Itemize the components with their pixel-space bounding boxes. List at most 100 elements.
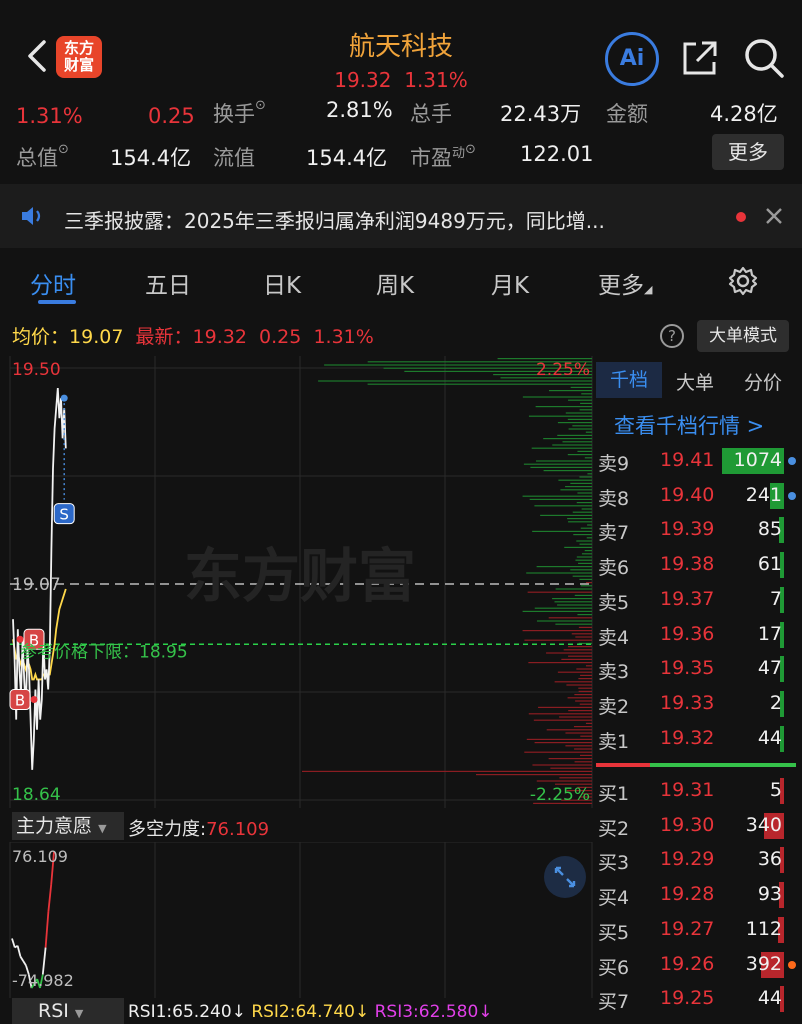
volume-profile-bar xyxy=(528,662,592,664)
tab-weekly-k[interactable]: 周K xyxy=(376,266,414,300)
volume-profile-bar xyxy=(534,505,592,507)
sell-level-row[interactable]: 卖1 19.32 44 xyxy=(596,721,802,755)
level-volume: 340 xyxy=(745,813,782,836)
search-icon[interactable] xyxy=(742,36,786,80)
volume-profile-bar xyxy=(572,575,592,577)
volume-profile-bar xyxy=(566,684,592,686)
volume-profile-bar xyxy=(536,566,592,568)
volume-profile-bar xyxy=(568,428,592,430)
unread-dot xyxy=(736,212,746,222)
volume-profile-bar xyxy=(548,617,592,619)
level-label: 买2 xyxy=(598,817,630,840)
orderbook-tab-price[interactable]: 分价 xyxy=(744,368,782,395)
sell-level-row[interactable]: 卖8 19.40 241 xyxy=(596,478,802,512)
volume-profile-bar xyxy=(576,502,592,504)
sell-signal-marker[interactable]: S xyxy=(53,503,75,525)
buy-level-row[interactable]: 买6 19.26 392 xyxy=(596,947,802,981)
volume-profile-bar xyxy=(532,530,592,532)
chart-info-line: 均价：19.07 最新：19.32 0.25 1.31% xyxy=(12,322,374,349)
volume-profile-bar xyxy=(548,390,592,392)
buy-level-row[interactable]: 买2 19.30 340 xyxy=(596,808,802,842)
view-depth-link[interactable]: 查看千档行情 > xyxy=(614,410,764,440)
buy-level-row[interactable]: 买4 19.28 93 xyxy=(596,877,802,911)
more-stats-button[interactable]: 更多 xyxy=(712,134,784,170)
buy-signal-marker[interactable]: B xyxy=(9,689,31,711)
volume-profile-bar xyxy=(536,460,592,462)
volume-profile-bar xyxy=(548,758,592,760)
volume-profile-bar xyxy=(535,406,592,408)
level-label: 买3 xyxy=(598,852,630,875)
header-price: 19.32 xyxy=(334,68,392,92)
volume-profile-bar xyxy=(580,735,592,737)
level-price: 19.28 xyxy=(660,883,715,906)
tab-more[interactable]: 更多◢ xyxy=(598,266,652,300)
latest-price-dot xyxy=(60,394,68,402)
y-axis-min-label: 18.64 xyxy=(12,785,61,805)
sell-level-row[interactable]: 卖3 19.35 47 xyxy=(596,651,802,685)
intraday-chart[interactable]: 东方财富BBS19.5018.6419.072.25%-2.25%参考价格下限：… xyxy=(0,356,596,812)
rsi-select[interactable]: RSI ▼ xyxy=(12,998,124,1024)
level-volume: 44 xyxy=(757,726,782,749)
signal-marker-label: S xyxy=(59,506,69,524)
volume-profile-bar xyxy=(577,614,592,616)
turnover-label-text: 换手 xyxy=(213,102,255,126)
turnover-label[interactable]: 换手⊙ xyxy=(213,98,266,128)
level-volume: 1074 xyxy=(733,449,782,471)
gear-icon[interactable] xyxy=(728,266,758,296)
volume-profile-bar xyxy=(568,521,592,523)
buy-level-row[interactable]: 买7 19.25 44 xyxy=(596,981,802,1015)
share-icon[interactable] xyxy=(680,38,720,78)
volume-profile-bar xyxy=(580,527,592,529)
sell-level-row[interactable]: 卖7 19.39 85 xyxy=(596,512,802,546)
sell-level-row[interactable]: 卖4 19.36 17 xyxy=(596,617,802,651)
buy-level-row[interactable]: 买3 19.29 36 xyxy=(596,842,802,876)
sell-level-row[interactable]: 卖2 19.33 2 xyxy=(596,686,802,720)
tab-daily-k[interactable]: 日K xyxy=(263,266,301,300)
pe-label-text: 市盈 xyxy=(410,146,452,170)
level-label: 买1 xyxy=(598,783,630,805)
volume-profile-bar xyxy=(577,450,592,452)
ai-icon[interactable]: Ai xyxy=(605,32,659,86)
volume-profile-bar xyxy=(576,668,592,670)
info-icon[interactable]: ⊙ xyxy=(255,98,266,113)
volume-profile-bar xyxy=(570,569,592,571)
signal-marker-label: B xyxy=(15,692,25,710)
tab-monthly-k[interactable]: 月K xyxy=(491,266,529,300)
sell-level-row[interactable]: 卖9 19.41 1074 xyxy=(596,443,802,477)
orderbook-tab-big[interactable]: 大单 xyxy=(676,368,714,395)
info-icon[interactable]: ⊙ xyxy=(465,142,476,157)
volume-profile-bar xyxy=(572,511,592,513)
sell-level-row[interactable]: 卖6 19.38 61 xyxy=(596,547,802,581)
volume-profile-bar xyxy=(560,489,592,491)
sell-level-row[interactable]: 卖5 19.37 7 xyxy=(596,582,802,616)
mktcap-label[interactable]: 总值⊙ xyxy=(16,142,69,172)
tab-five-day[interactable]: 五日 xyxy=(145,266,191,300)
volume-profile-bar xyxy=(318,380,592,382)
volume-profile-bar xyxy=(587,524,592,526)
info-icon[interactable]: ⊙ xyxy=(58,142,69,157)
volume-profile-bar xyxy=(530,466,592,468)
divider-buy-ratio xyxy=(650,763,796,767)
latest-change: 0.25 xyxy=(259,326,302,348)
pe-label[interactable]: 市盈动⊙ xyxy=(410,142,476,172)
volume-profile-bar xyxy=(536,620,592,622)
indicator-chart[interactable]: 76.109 -74.982 xyxy=(0,842,596,998)
volume-profile-bar xyxy=(578,687,592,689)
rsi3-arrow: ↓ xyxy=(478,1002,493,1022)
volume-profile-bar xyxy=(565,745,592,747)
orderbook-tab-depth[interactable]: 千档 xyxy=(596,362,662,398)
volume-profile-bar xyxy=(577,492,592,494)
close-icon[interactable] xyxy=(764,206,784,226)
help-icon[interactable]: ? xyxy=(660,324,684,348)
notice-text[interactable]: 三季报披露：2025年三季报归属净利润9489万元，同比增... xyxy=(64,205,605,234)
volume-profile-bar xyxy=(561,658,592,660)
expand-icon[interactable] xyxy=(544,856,586,898)
buy-level-row[interactable]: 买5 19.27 112 xyxy=(596,912,802,946)
indicator-select[interactable]: 主力意愿 ▼ xyxy=(12,812,124,840)
level-price: 19.39 xyxy=(660,518,715,541)
buy-level-row[interactable]: 买1 19.31 5 xyxy=(596,773,802,807)
tab-intraday[interactable]: 分时 xyxy=(30,266,76,300)
volume-profile-bar xyxy=(546,652,592,654)
volume-profile-bar xyxy=(527,591,592,593)
big-order-mode-button[interactable]: 大单模式 xyxy=(697,320,789,352)
